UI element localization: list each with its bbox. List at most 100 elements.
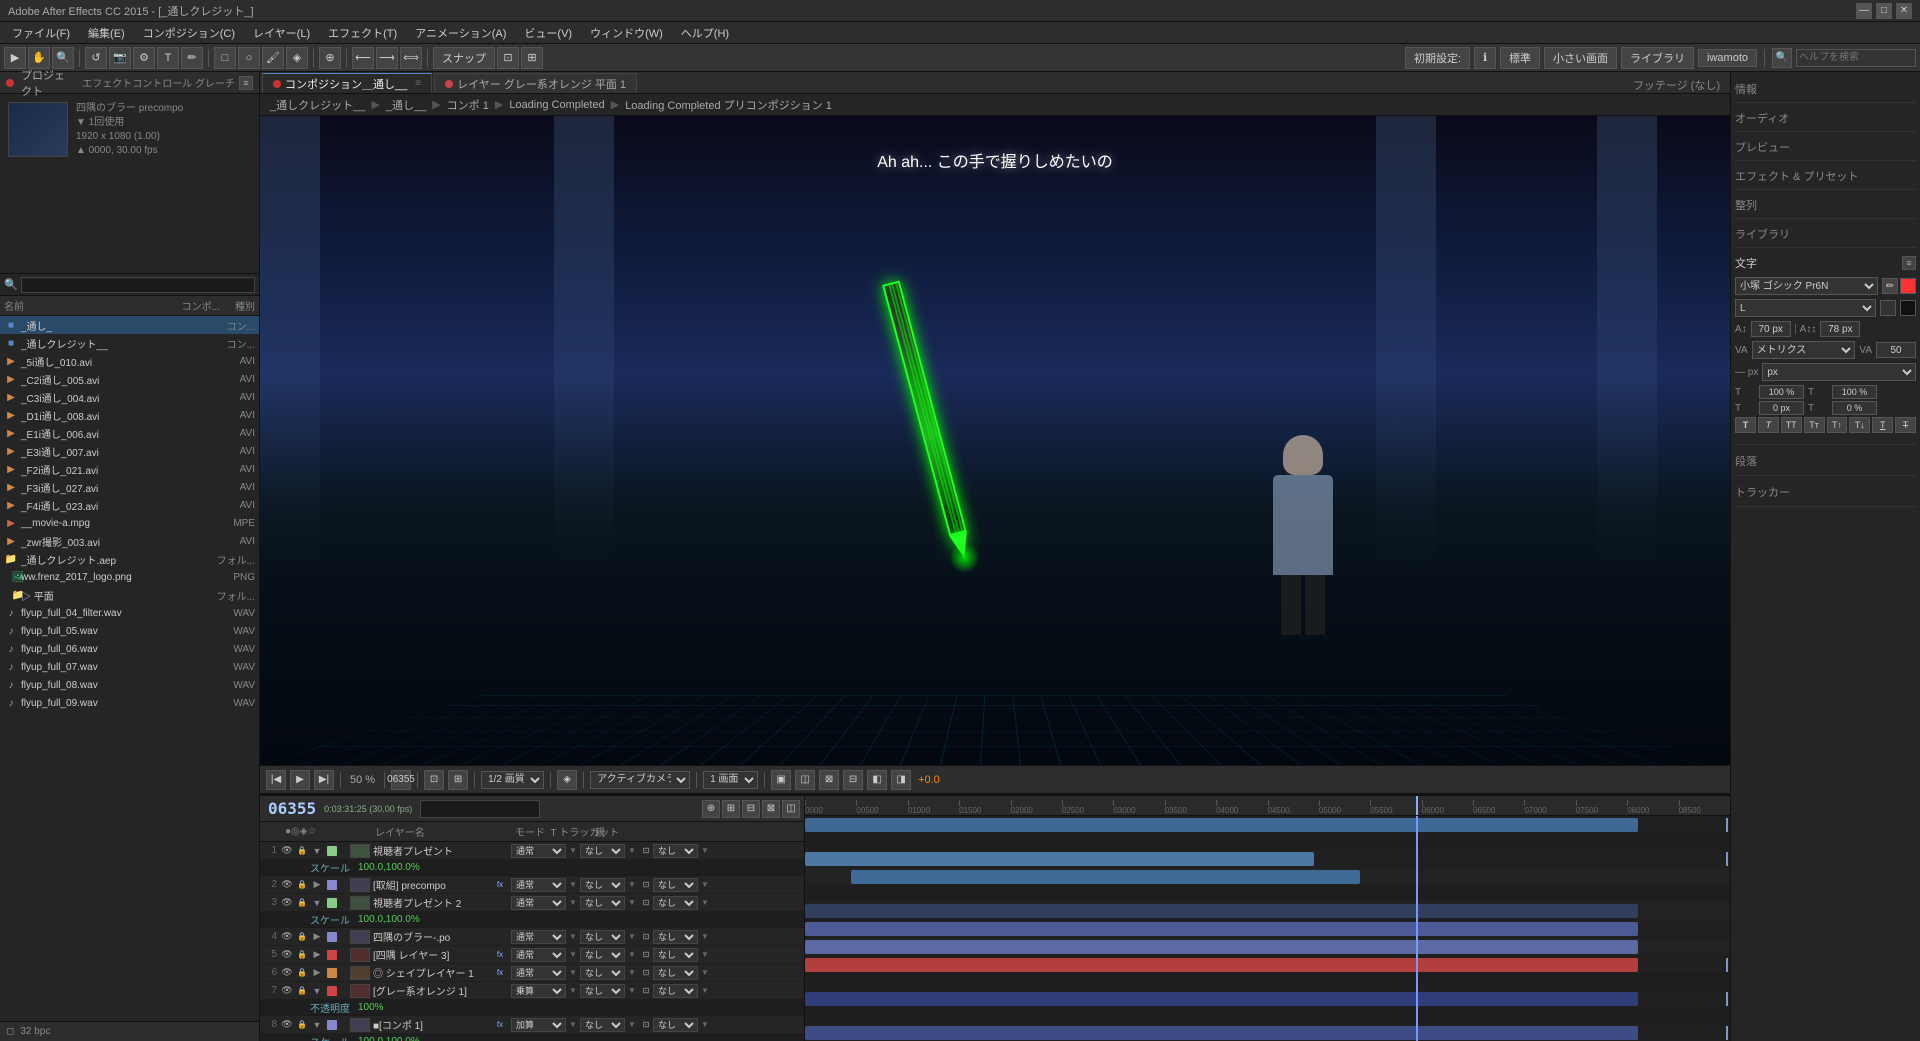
tab-layer[interactable]: レイヤー グレー系オレンジ 平面 1 bbox=[434, 73, 637, 93]
menu-window[interactable]: ウィンドウ(W) bbox=[582, 23, 671, 43]
file-item-2[interactable]: ▶ _5i通し_010.avi AVI bbox=[0, 352, 259, 370]
lr-eye-5[interactable]: 👁 bbox=[280, 966, 294, 980]
breadcrumb-5[interactable]: Loading Completed プリコンポジション 1 bbox=[621, 97, 836, 113]
lr-parent-1[interactable]: なし bbox=[653, 878, 698, 892]
lr-expand-4[interactable]: ▶ bbox=[310, 948, 324, 962]
scale-h-input[interactable] bbox=[1759, 385, 1804, 399]
menu-layer[interactable]: レイヤー(L) bbox=[245, 23, 318, 43]
breadcrumb-1[interactable]: _通しクレジット__ bbox=[266, 97, 369, 113]
viewer-prev-frame[interactable]: |◀ bbox=[266, 770, 286, 790]
tool-zoom[interactable]: 🔍 bbox=[52, 47, 74, 69]
lr-mode-4[interactable]: 通常 bbox=[511, 948, 566, 962]
lr-parent-6[interactable]: なし bbox=[653, 984, 698, 998]
file-item-18[interactable]: ♪ flyup_full_06.wav WAV bbox=[0, 640, 259, 658]
scale-v-input[interactable] bbox=[1832, 385, 1877, 399]
lr-expand-0[interactable]: ▼ bbox=[310, 844, 324, 858]
layer-row-3[interactable]: 4 👁 🔒 ▶ 四隅のブラー-.po 通常 ▼ なし ▼ ⊡ なし bbox=[260, 928, 804, 946]
tool-text[interactable]: T bbox=[157, 47, 179, 69]
viewer-extra-6[interactable]: ◨ bbox=[891, 770, 911, 790]
align-right[interactable]: ⟶ bbox=[376, 47, 398, 69]
lr-mode-3[interactable]: 通常 bbox=[511, 930, 566, 944]
sub-btn[interactable]: T↓ bbox=[1849, 417, 1870, 433]
breadcrumb-2[interactable]: _通し__ bbox=[382, 97, 430, 113]
unit-select[interactable]: px bbox=[1762, 363, 1916, 381]
project-search-input[interactable] bbox=[21, 277, 255, 293]
file-item-13[interactable]: 📁 _通しクレジット.aep フォル... bbox=[0, 550, 259, 568]
preset-standard[interactable]: 標準 bbox=[1500, 47, 1540, 69]
tool-select[interactable]: ▶ bbox=[4, 47, 26, 69]
menu-help[interactable]: ヘルプ(H) bbox=[673, 23, 737, 43]
lr-fx-icon-4[interactable]: fx bbox=[493, 948, 507, 962]
viewer-next-frame[interactable]: ▶| bbox=[314, 770, 334, 790]
lr-track-2[interactable]: なし bbox=[580, 896, 625, 910]
rp-info-label[interactable]: 情報 bbox=[1735, 79, 1916, 99]
viewer-snap[interactable]: ⊡ bbox=[424, 770, 444, 790]
lr-lock-5[interactable]: 🔒 bbox=[295, 966, 309, 980]
strike-btn[interactable]: T bbox=[1895, 417, 1916, 433]
comp-tab-close[interactable]: ≡ bbox=[415, 78, 421, 89]
color-btn-1[interactable] bbox=[1880, 300, 1896, 316]
leading-input[interactable] bbox=[1820, 321, 1860, 337]
lr-mode-0[interactable]: 通常 bbox=[511, 844, 566, 858]
minimize-button[interactable]: — bbox=[1856, 3, 1872, 19]
file-item-19[interactable]: ♪ flyup_full_07.wav WAV bbox=[0, 658, 259, 676]
lr-parent-2[interactable]: なし bbox=[653, 896, 698, 910]
file-item-15[interactable]: 📁 ▷ 平面 フォル... bbox=[0, 586, 259, 604]
file-item-0[interactable]: ■ _通し_ コン... bbox=[0, 316, 259, 334]
file-item-1[interactable]: ■ _通しクレジット__ コン... bbox=[0, 334, 259, 352]
file-item-4[interactable]: ▶ _C3i通し_004.avi AVI bbox=[0, 388, 259, 406]
lr-expand-7[interactable]: ▼ bbox=[310, 1018, 324, 1032]
lr-mode-5[interactable]: 通常 bbox=[511, 966, 566, 980]
tool-settings[interactable]: ⚙ bbox=[133, 47, 155, 69]
tool-puppet[interactable]: ⊕ bbox=[319, 47, 341, 69]
lr-eye-7[interactable]: 👁 bbox=[280, 1018, 294, 1032]
preset-small[interactable]: 小さい画面 bbox=[1544, 47, 1617, 69]
lr-fx-icon-7[interactable]: fx bbox=[493, 1018, 507, 1032]
view-select[interactable]: 1 画面 bbox=[703, 771, 758, 789]
preset-initial[interactable]: 初期設定: bbox=[1405, 47, 1470, 69]
current-time-display[interactable]: 06355 bbox=[264, 799, 320, 818]
snap-toggle[interactable]: ⊡ bbox=[497, 47, 519, 69]
lr-fx-icon-1[interactable]: fx bbox=[493, 878, 507, 892]
italic-btn[interactable]: T bbox=[1758, 417, 1779, 433]
rp-align-label[interactable]: 整列 bbox=[1735, 195, 1916, 215]
layer-btn-3[interactable]: ⊟ bbox=[742, 800, 760, 818]
file-item-16[interactable]: ♪ flyup_full_04_filter.wav WAV bbox=[0, 604, 259, 622]
playhead-ruler[interactable] bbox=[1416, 796, 1418, 815]
lr-eye-1[interactable]: 👁 bbox=[280, 878, 294, 892]
file-item-8[interactable]: ▶ _F2i通し_021.avi AVI bbox=[0, 460, 259, 478]
lr-expand-2[interactable]: ▼ bbox=[310, 896, 324, 910]
lr-lock-7[interactable]: 🔒 bbox=[295, 1018, 309, 1032]
layer-btn-2[interactable]: ⊞ bbox=[722, 800, 740, 818]
rp-preview-label[interactable]: プレビュー bbox=[1735, 137, 1916, 157]
lr-parent-0[interactable]: なし bbox=[653, 844, 698, 858]
menu-view[interactable]: ビュー(V) bbox=[516, 23, 580, 43]
snap-button[interactable]: スナップ bbox=[433, 47, 495, 69]
color-mgmt-btn[interactable]: ◈ bbox=[557, 770, 577, 790]
tsume-input[interactable] bbox=[1832, 401, 1877, 415]
breadcrumb-4[interactable]: Loading Completed bbox=[505, 99, 608, 111]
layer-row-7[interactable]: 8 👁 🔒 ▼ ■[コンポ 1] fx 加算 ▼ なし ▼ ⊡ なし bbox=[260, 1016, 804, 1034]
rp-effects-label[interactable]: エフェクト & プリセット bbox=[1735, 166, 1916, 186]
font-name-select[interactable]: 小塚 ゴシック Pr6N bbox=[1735, 277, 1878, 295]
pen-icon[interactable]: ✏ bbox=[1882, 278, 1898, 294]
layer-btn-1[interactable]: ⊕ bbox=[702, 800, 720, 818]
tool-camera[interactable]: 📷 bbox=[109, 47, 131, 69]
lr-mode-1[interactable]: 通常 bbox=[511, 878, 566, 892]
snap-extra[interactable]: ⊞ bbox=[521, 47, 543, 69]
file-item-7[interactable]: ▶ _E3i通し_007.avi AVI bbox=[0, 442, 259, 460]
lr-expand-3[interactable]: ▶ bbox=[310, 930, 324, 944]
lr-track-5[interactable]: なし bbox=[580, 966, 625, 980]
bold-btn[interactable]: T bbox=[1735, 417, 1756, 433]
lr-mode-2[interactable]: 通常 bbox=[511, 896, 566, 910]
quality-select[interactable]: 1/2 画質 bbox=[481, 771, 544, 789]
breadcrumb-3[interactable]: コンポ 1 bbox=[443, 97, 493, 113]
align-extra[interactable]: ⟺ bbox=[400, 47, 422, 69]
viewer-play[interactable]: ▶ bbox=[290, 770, 310, 790]
lr-track-0[interactable]: なし bbox=[580, 844, 625, 858]
window-controls[interactable]: — □ ✕ bbox=[1856, 3, 1912, 19]
lr-parent-7[interactable]: なし bbox=[653, 1018, 698, 1032]
layer-row-5[interactable]: 6 👁 🔒 ▶ ◎ シェイプレイヤー 1 fx 通常 ▼ なし ▼ ⊡ なし bbox=[260, 964, 804, 982]
lr-eye-3[interactable]: 👁 bbox=[280, 930, 294, 944]
panel-menu-btn[interactable]: ≡ bbox=[239, 76, 253, 90]
